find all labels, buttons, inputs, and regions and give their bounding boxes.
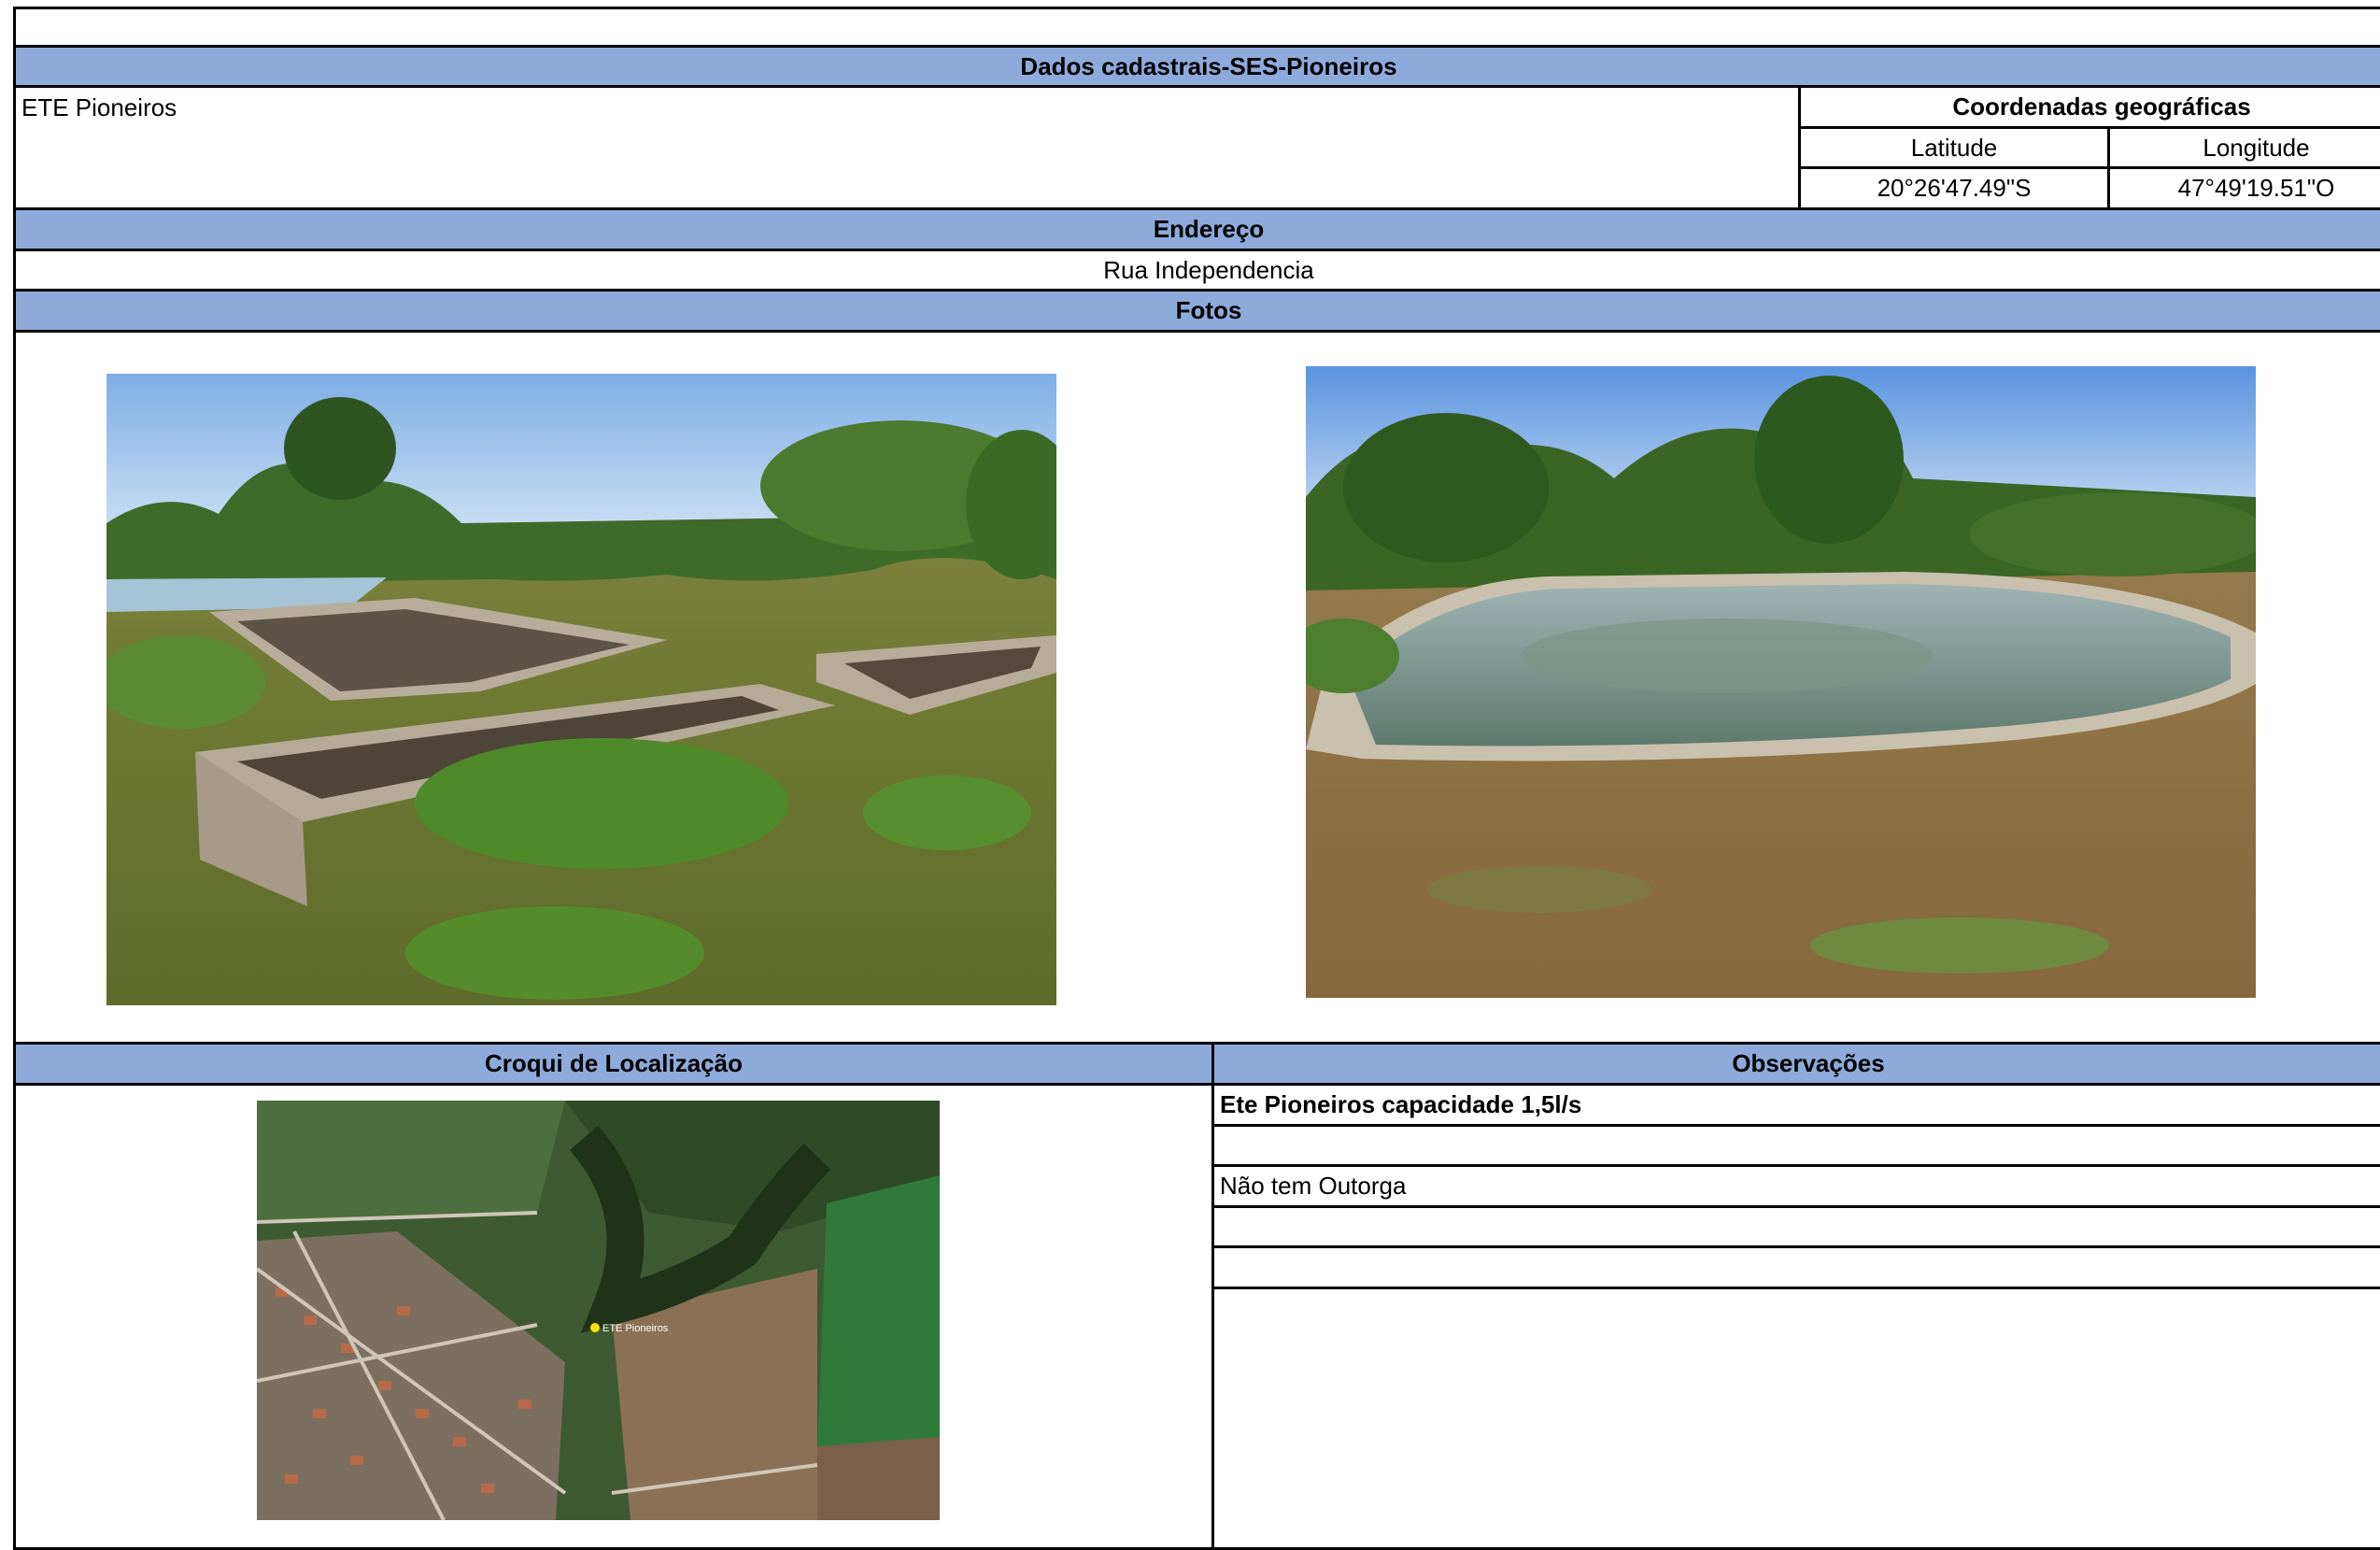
station-name-text: ETE Pioneiros [21,93,177,121]
map-marker-label: ETE Pioneiros [602,1323,669,1334]
address-header: Endereço [13,207,2380,251]
page-title: Dados cadastrais-SES-Pioneiros [13,45,2380,88]
top-empty-row [13,7,2380,48]
spreadsheet-page: Dados cadastrais-SES-Pioneiros ETE Pione… [0,0,2380,1550]
observation-line-5 [1211,1245,2380,1289]
photo-treatment-tanks [106,374,1056,1005]
location-map: ETE Pioneiros [257,1101,940,1520]
photo-stabilization-pond [1306,366,2256,998]
latitude-value: 20°26'47.49"S [1798,166,2110,210]
observation-line-2 [1211,1124,2380,1167]
coords-title: Coordenadas geográficas [1798,85,2380,129]
observation-line-4 [1211,1205,2380,1248]
address-value: Rua Independencia [13,249,2380,292]
observations-area [1211,1287,2380,1550]
latitude-label: Latitude [1798,126,2110,169]
station-name: ETE Pioneiros [13,85,1801,210]
observation-line-1: Ete Pioneiros capacidade 1,5l/s [1211,1083,2380,1127]
photos-header: Fotos [13,289,2380,333]
longitude-label: Longitude [2107,126,2380,169]
longitude-value: 47°49'19.51"O [2107,166,2380,210]
observations-header: Observações [1211,1042,2380,1086]
observation-line-3: Não tem Outorga [1211,1164,2380,1208]
croqui-header: Croqui de Localização [13,1042,1214,1086]
